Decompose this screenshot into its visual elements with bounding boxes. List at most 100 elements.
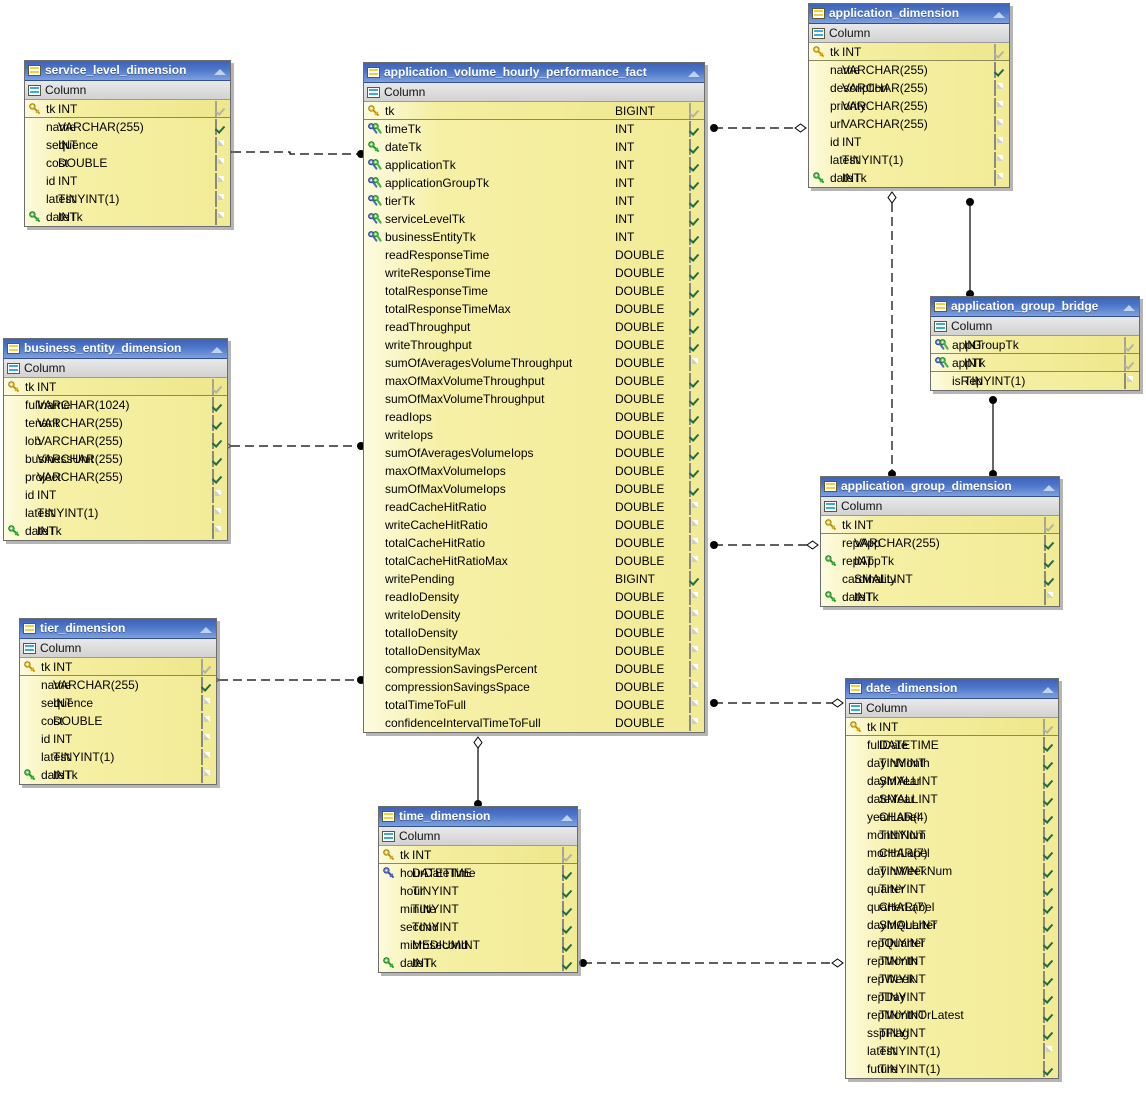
column-checkbox[interactable] (562, 846, 575, 863)
column-checkbox[interactable] (562, 919, 575, 935)
column-checkbox[interactable] (689, 229, 702, 245)
column-row[interactable]: id INT (4, 486, 227, 504)
column-checkbox[interactable] (212, 378, 225, 395)
column-row[interactable]: totalTimeToFull DOUBLE (364, 696, 704, 714)
column-row[interactable]: tenant VARCHAR(255) (4, 414, 227, 432)
column-row[interactable]: confidenceIntervalTimeToFull DOUBLE (364, 714, 704, 732)
column-checkbox[interactable] (1043, 881, 1056, 897)
column-checkbox[interactable] (689, 535, 702, 551)
column-row[interactable]: dayInMonth TINYINT (846, 754, 1058, 772)
table-service_level_dimension[interactable]: service_level_dimension Column tk INT name VA… (24, 60, 231, 227)
column-checkbox[interactable] (201, 713, 214, 729)
column-checkbox[interactable] (1043, 953, 1056, 969)
column-group-header[interactable]: Column (846, 699, 1058, 718)
column-row[interactable]: repWeek TINYINT (846, 970, 1058, 988)
table-header-service_level_dimension[interactable]: service_level_dimension (25, 61, 230, 81)
column-checkbox[interactable] (689, 157, 702, 173)
table-application_group_dimension[interactable]: application_group_dimension Column tk INT re… (820, 476, 1060, 607)
column-checkbox[interactable] (562, 937, 575, 953)
column-row[interactable]: id INT (25, 172, 230, 190)
table-date_dimension[interactable]: date_dimension Column tk INT fullDate DATETIM… (845, 678, 1059, 1079)
column-checkbox[interactable] (201, 658, 214, 675)
column-checkbox[interactable] (201, 749, 214, 765)
column-checkbox[interactable] (1043, 1007, 1056, 1023)
column-row[interactable]: repAppTk INT (821, 552, 1059, 570)
column-row[interactable]: tk INT (4, 378, 227, 396)
column-row[interactable]: dateTk INT (364, 138, 704, 156)
column-row[interactable]: tk INT (821, 516, 1059, 534)
column-row[interactable]: applicationGroupTk INT (364, 174, 704, 192)
column-group-header[interactable]: Column (931, 317, 1139, 336)
column-row[interactable]: lob VARCHAR(255) (4, 432, 227, 450)
column-row[interactable]: latest TINYINT(1) (846, 1042, 1058, 1060)
column-row[interactable]: future TINYINT(1) (846, 1060, 1058, 1078)
column-checkbox[interactable] (1043, 845, 1056, 861)
column-row[interactable]: cost DOUBLE (25, 154, 230, 172)
column-row[interactable]: totalResponseTime DOUBLE (364, 282, 704, 300)
column-row[interactable]: tk INT (25, 100, 230, 118)
column-checkbox[interactable] (562, 901, 575, 917)
column-checkbox[interactable] (689, 481, 702, 497)
collapse-chevron-icon[interactable] (992, 8, 1006, 20)
column-checkbox[interactable] (689, 211, 702, 227)
column-row[interactable]: sequence INT (20, 694, 216, 712)
column-row[interactable]: sumOfAveragesVolumeThroughput DOUBLE (364, 354, 704, 372)
collapse-chevron-icon[interactable] (213, 65, 227, 77)
column-checkbox[interactable] (215, 191, 228, 207)
column-row[interactable]: monthNum TINYINT (846, 826, 1058, 844)
column-row[interactable]: cardinality SMALLINT (821, 570, 1059, 588)
column-checkbox[interactable] (1044, 589, 1057, 605)
collapse-chevron-icon[interactable] (199, 623, 213, 635)
column-row[interactable]: dayInYear SMALLINT (846, 772, 1058, 790)
table-header-application_volume_hourly_performance_fact[interactable]: application_volume_hourly_performance_fa… (364, 63, 704, 83)
column-checkbox[interactable] (215, 137, 228, 153)
column-group-header[interactable]: Column (821, 497, 1059, 516)
column-checkbox[interactable] (689, 499, 702, 515)
column-row[interactable]: sequence INT (25, 136, 230, 154)
column-row[interactable]: totalIoDensity DOUBLE (364, 624, 704, 642)
column-row[interactable]: businessEntityTk INT (364, 228, 704, 246)
column-checkbox[interactable] (215, 100, 228, 117)
column-row[interactable]: quarterLabel CHAR(7) (846, 898, 1058, 916)
column-checkbox[interactable] (201, 677, 214, 693)
column-row[interactable]: yearLabel CHAR(4) (846, 808, 1058, 826)
column-row[interactable]: readIoDensity DOUBLE (364, 588, 704, 606)
column-row[interactable]: latest TINYINT(1) (25, 190, 230, 208)
column-checkbox[interactable] (689, 337, 702, 353)
column-checkbox[interactable] (689, 517, 702, 533)
column-checkbox[interactable] (1043, 755, 1056, 771)
column-checkbox[interactable] (689, 445, 702, 461)
column-group-header[interactable]: Column (809, 24, 1009, 43)
column-checkbox[interactable] (689, 643, 702, 659)
column-checkbox[interactable] (212, 433, 225, 449)
column-row[interactable]: repApp VARCHAR(255) (821, 534, 1059, 552)
column-group-header[interactable]: Column (20, 639, 216, 658)
column-row[interactable]: microsecond MEDIUMINT (379, 936, 577, 954)
column-row[interactable]: writeThroughput DOUBLE (364, 336, 704, 354)
column-checkbox[interactable] (689, 175, 702, 191)
relationship-rel-servicelevel-fact[interactable] (220, 147, 365, 158)
table-header-time_dimension[interactable]: time_dimension (379, 807, 577, 827)
column-row[interactable]: dateTk INT (379, 954, 577, 972)
column-row[interactable]: serviceLevelTk INT (364, 210, 704, 228)
table-header-tier_dimension[interactable]: tier_dimension (20, 619, 216, 639)
column-group-header[interactable]: Column (364, 83, 704, 102)
column-row[interactable]: tk INT (809, 43, 1009, 61)
column-checkbox[interactable] (689, 139, 702, 155)
column-group-header[interactable]: Column (25, 81, 230, 100)
column-row[interactable]: writeIoDensity DOUBLE (364, 606, 704, 624)
table-header-application_group_dimension[interactable]: application_group_dimension (821, 477, 1059, 497)
column-checkbox[interactable] (1043, 863, 1056, 879)
column-checkbox[interactable] (1043, 1043, 1056, 1059)
column-row[interactable]: readResponseTime DOUBLE (364, 246, 704, 264)
column-row[interactable]: compressionSavingsPercent DOUBLE (364, 660, 704, 678)
table-application_group_bridge[interactable]: application_group_bridge Column appGroupTk… (930, 296, 1140, 391)
column-row[interactable]: name VARCHAR(255) (25, 118, 230, 136)
column-checkbox[interactable] (994, 43, 1007, 60)
column-row[interactable]: name VARCHAR(255) (809, 61, 1009, 79)
collapse-chevron-icon[interactable] (1122, 301, 1136, 313)
column-group-header[interactable]: Column (379, 827, 577, 846)
column-checkbox[interactable] (212, 469, 225, 485)
column-row[interactable]: tk BIGINT (364, 102, 704, 120)
column-row[interactable]: second TINYINT (379, 918, 577, 936)
